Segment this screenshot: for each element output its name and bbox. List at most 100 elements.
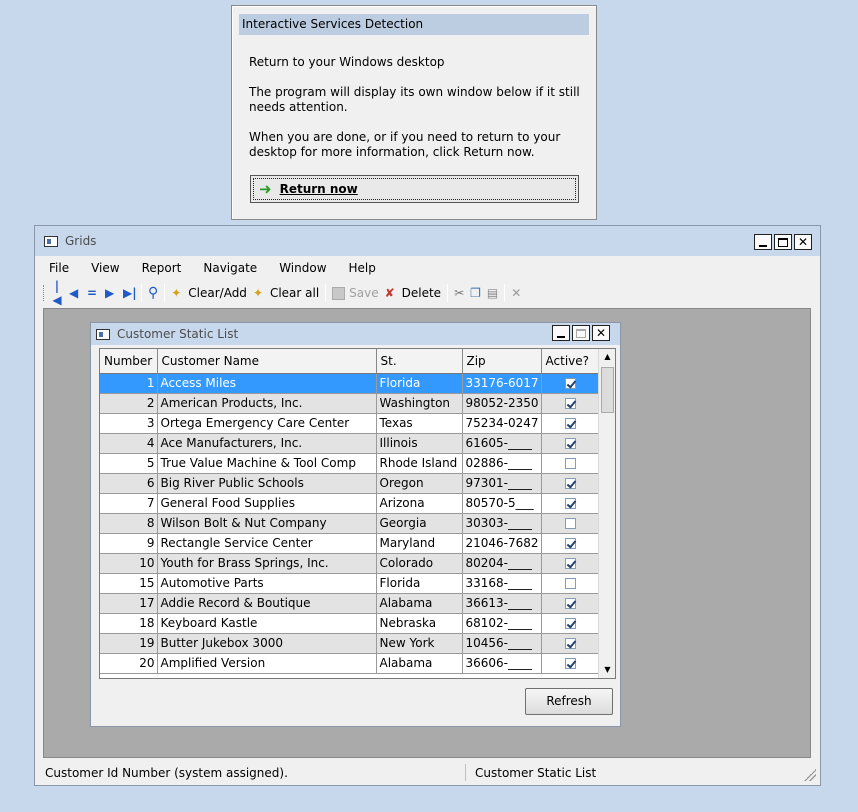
cell-number[interactable]: 19 (100, 633, 158, 654)
active-checkbox[interactable] (564, 578, 576, 589)
cell-state[interactable]: Georgia (376, 513, 463, 534)
cell-number[interactable]: 18 (100, 613, 158, 634)
cell-state[interactable]: Florida (376, 573, 463, 594)
resize-grip-icon[interactable] (804, 769, 816, 781)
close-button[interactable]: ✕ (592, 325, 610, 341)
cell-customer-name[interactable]: American Products, Inc. (157, 393, 377, 414)
table-row[interactable]: 15 Automotive Parts Florida 33168-____ (100, 573, 599, 594)
table-row[interactable]: 3 Ortega Emergency Care Center Texas 75234-… (100, 413, 599, 434)
current-record-icon[interactable]: = (84, 283, 102, 303)
cell-zip[interactable]: 33168-____ (462, 573, 542, 594)
active-checkbox[interactable] (564, 658, 576, 669)
minimize-button[interactable] (754, 234, 772, 250)
cell-customer-name[interactable]: Butter Jukebox 3000 (157, 633, 377, 654)
cell-zip[interactable]: 61605-____ (462, 433, 542, 454)
table-row[interactable]: 7 General Food Supplies Arizona 80570-5___ (100, 493, 599, 514)
cell-state[interactable]: Arizona (376, 493, 463, 514)
cell-state[interactable]: Rhode Island (376, 453, 463, 474)
first-record-icon[interactable]: |◀ (48, 279, 66, 307)
previous-record-icon[interactable]: ◀ (66, 283, 84, 303)
active-checkbox[interactable] (564, 498, 576, 509)
menu-help[interactable]: Help (345, 258, 380, 280)
cell-customer-name[interactable]: Keyboard Kastle (157, 613, 377, 634)
cell-zip[interactable]: 10456-____ (462, 633, 542, 654)
table-row[interactable]: 20 Amplified Version Alabama 36606-____ (100, 653, 599, 674)
menu-report[interactable]: Report (138, 258, 186, 280)
cell-state[interactable]: Colorado (376, 553, 463, 574)
table-row[interactable]: 17 Addie Record & Boutique Alabama 36613-__… (100, 593, 599, 614)
next-record-icon[interactable]: ▶ (102, 283, 120, 303)
cell-zip[interactable]: 97301-____ (462, 473, 542, 494)
active-checkbox[interactable] (564, 478, 576, 489)
cell-number[interactable]: 3 (100, 413, 158, 434)
cell-customer-name[interactable]: Rectangle Service Center (157, 533, 377, 554)
active-checkbox[interactable] (564, 438, 576, 449)
customer-grid[interactable]: Number Customer Name St. Zip Active? 1 Ac… (99, 348, 616, 679)
maximize-button[interactable] (572, 325, 590, 341)
clear-add-button[interactable]: ✦ Clear/Add (168, 283, 250, 303)
cell-zip[interactable]: 30303-____ (462, 513, 542, 534)
cell-zip[interactable]: 21046-7682 (462, 533, 542, 554)
cell-number[interactable]: 10 (100, 553, 158, 574)
column-header-state[interactable]: St. (376, 349, 463, 374)
table-row[interactable]: 4 Ace Manufacturers, Inc. Illinois 61605-__… (100, 433, 599, 454)
active-checkbox[interactable] (564, 558, 576, 569)
cell-zip[interactable]: 98052-2350 (462, 393, 542, 414)
cell-state[interactable]: Alabama (376, 653, 463, 674)
table-row[interactable]: 10 Youth for Brass Springs, Inc. Colorado 8… (100, 553, 599, 574)
scroll-down-icon[interactable]: ▼ (600, 662, 615, 678)
table-row[interactable]: 2 American Products, Inc. Washington 98052-… (100, 393, 599, 414)
vertical-scrollbar[interactable]: ▲ ▼ (598, 349, 615, 678)
cell-number[interactable]: 1 (100, 373, 158, 394)
cell-number[interactable]: 15 (100, 573, 158, 594)
active-checkbox[interactable] (564, 458, 576, 469)
search-icon[interactable]: ⚲ (145, 283, 161, 303)
table-row[interactable]: 19 Butter Jukebox 3000 New York 10456-____ (100, 633, 599, 654)
cell-customer-name[interactable]: Access Miles (157, 373, 377, 394)
cell-state[interactable]: Nebraska (376, 613, 463, 634)
active-checkbox[interactable] (564, 398, 576, 409)
column-header-zip[interactable]: Zip (462, 349, 542, 374)
column-header-customer-name[interactable]: Customer Name (157, 349, 377, 374)
cell-customer-name[interactable]: Amplified Version (157, 653, 377, 674)
cell-customer-name[interactable]: True Value Machine & Tool Comp (157, 453, 377, 474)
cell-customer-name[interactable]: Addie Record & Boutique (157, 593, 377, 614)
paste-icon[interactable]: ▤ (484, 283, 501, 303)
return-now-button[interactable]: ➜ Return now (250, 175, 579, 203)
cell-state[interactable]: New York (376, 633, 463, 654)
cell-number[interactable]: 7 (100, 493, 158, 514)
cell-customer-name[interactable]: Youth for Brass Springs, Inc. (157, 553, 377, 574)
cell-number[interactable]: 5 (100, 453, 158, 474)
scroll-thumb[interactable] (601, 367, 614, 413)
close-button[interactable]: ✕ (794, 234, 812, 250)
menu-navigate[interactable]: Navigate (199, 258, 261, 280)
cell-customer-name[interactable]: Automotive Parts (157, 573, 377, 594)
active-checkbox[interactable] (564, 538, 576, 549)
toolbar-grip[interactable] (43, 285, 46, 301)
last-record-icon[interactable]: ▶| (120, 283, 138, 303)
cell-state[interactable]: Florida (376, 373, 463, 394)
cell-number[interactable]: 9 (100, 533, 158, 554)
active-checkbox[interactable] (564, 638, 576, 649)
cell-customer-name[interactable]: Big River Public Schools (157, 473, 377, 494)
column-header-active[interactable]: Active? (541, 349, 599, 374)
cell-customer-name[interactable]: General Food Supplies (157, 493, 377, 514)
cell-number[interactable]: 2 (100, 393, 158, 414)
active-checkbox[interactable] (564, 518, 576, 529)
cell-zip[interactable]: 80570-5___ (462, 493, 542, 514)
refresh-button[interactable]: Refresh (525, 688, 613, 715)
cell-number[interactable]: 20 (100, 653, 158, 674)
cut-icon[interactable]: ✂ (451, 283, 467, 303)
menu-view[interactable]: View (87, 258, 123, 280)
cell-number[interactable]: 8 (100, 513, 158, 534)
cell-zip[interactable]: 02886-____ (462, 453, 542, 474)
cell-state[interactable]: Maryland (376, 533, 463, 554)
cell-zip[interactable]: 33176-6017 (462, 373, 542, 394)
table-row[interactable]: 8 Wilson Bolt & Nut Company Georgia 30303-_… (100, 513, 599, 534)
cell-zip[interactable]: 68102-____ (462, 613, 542, 634)
save-button[interactable]: Save (329, 283, 381, 303)
menu-file[interactable]: File (45, 258, 73, 280)
cell-state[interactable]: Washington (376, 393, 463, 414)
minimize-button[interactable] (552, 325, 570, 341)
cell-state[interactable]: Texas (376, 413, 463, 434)
